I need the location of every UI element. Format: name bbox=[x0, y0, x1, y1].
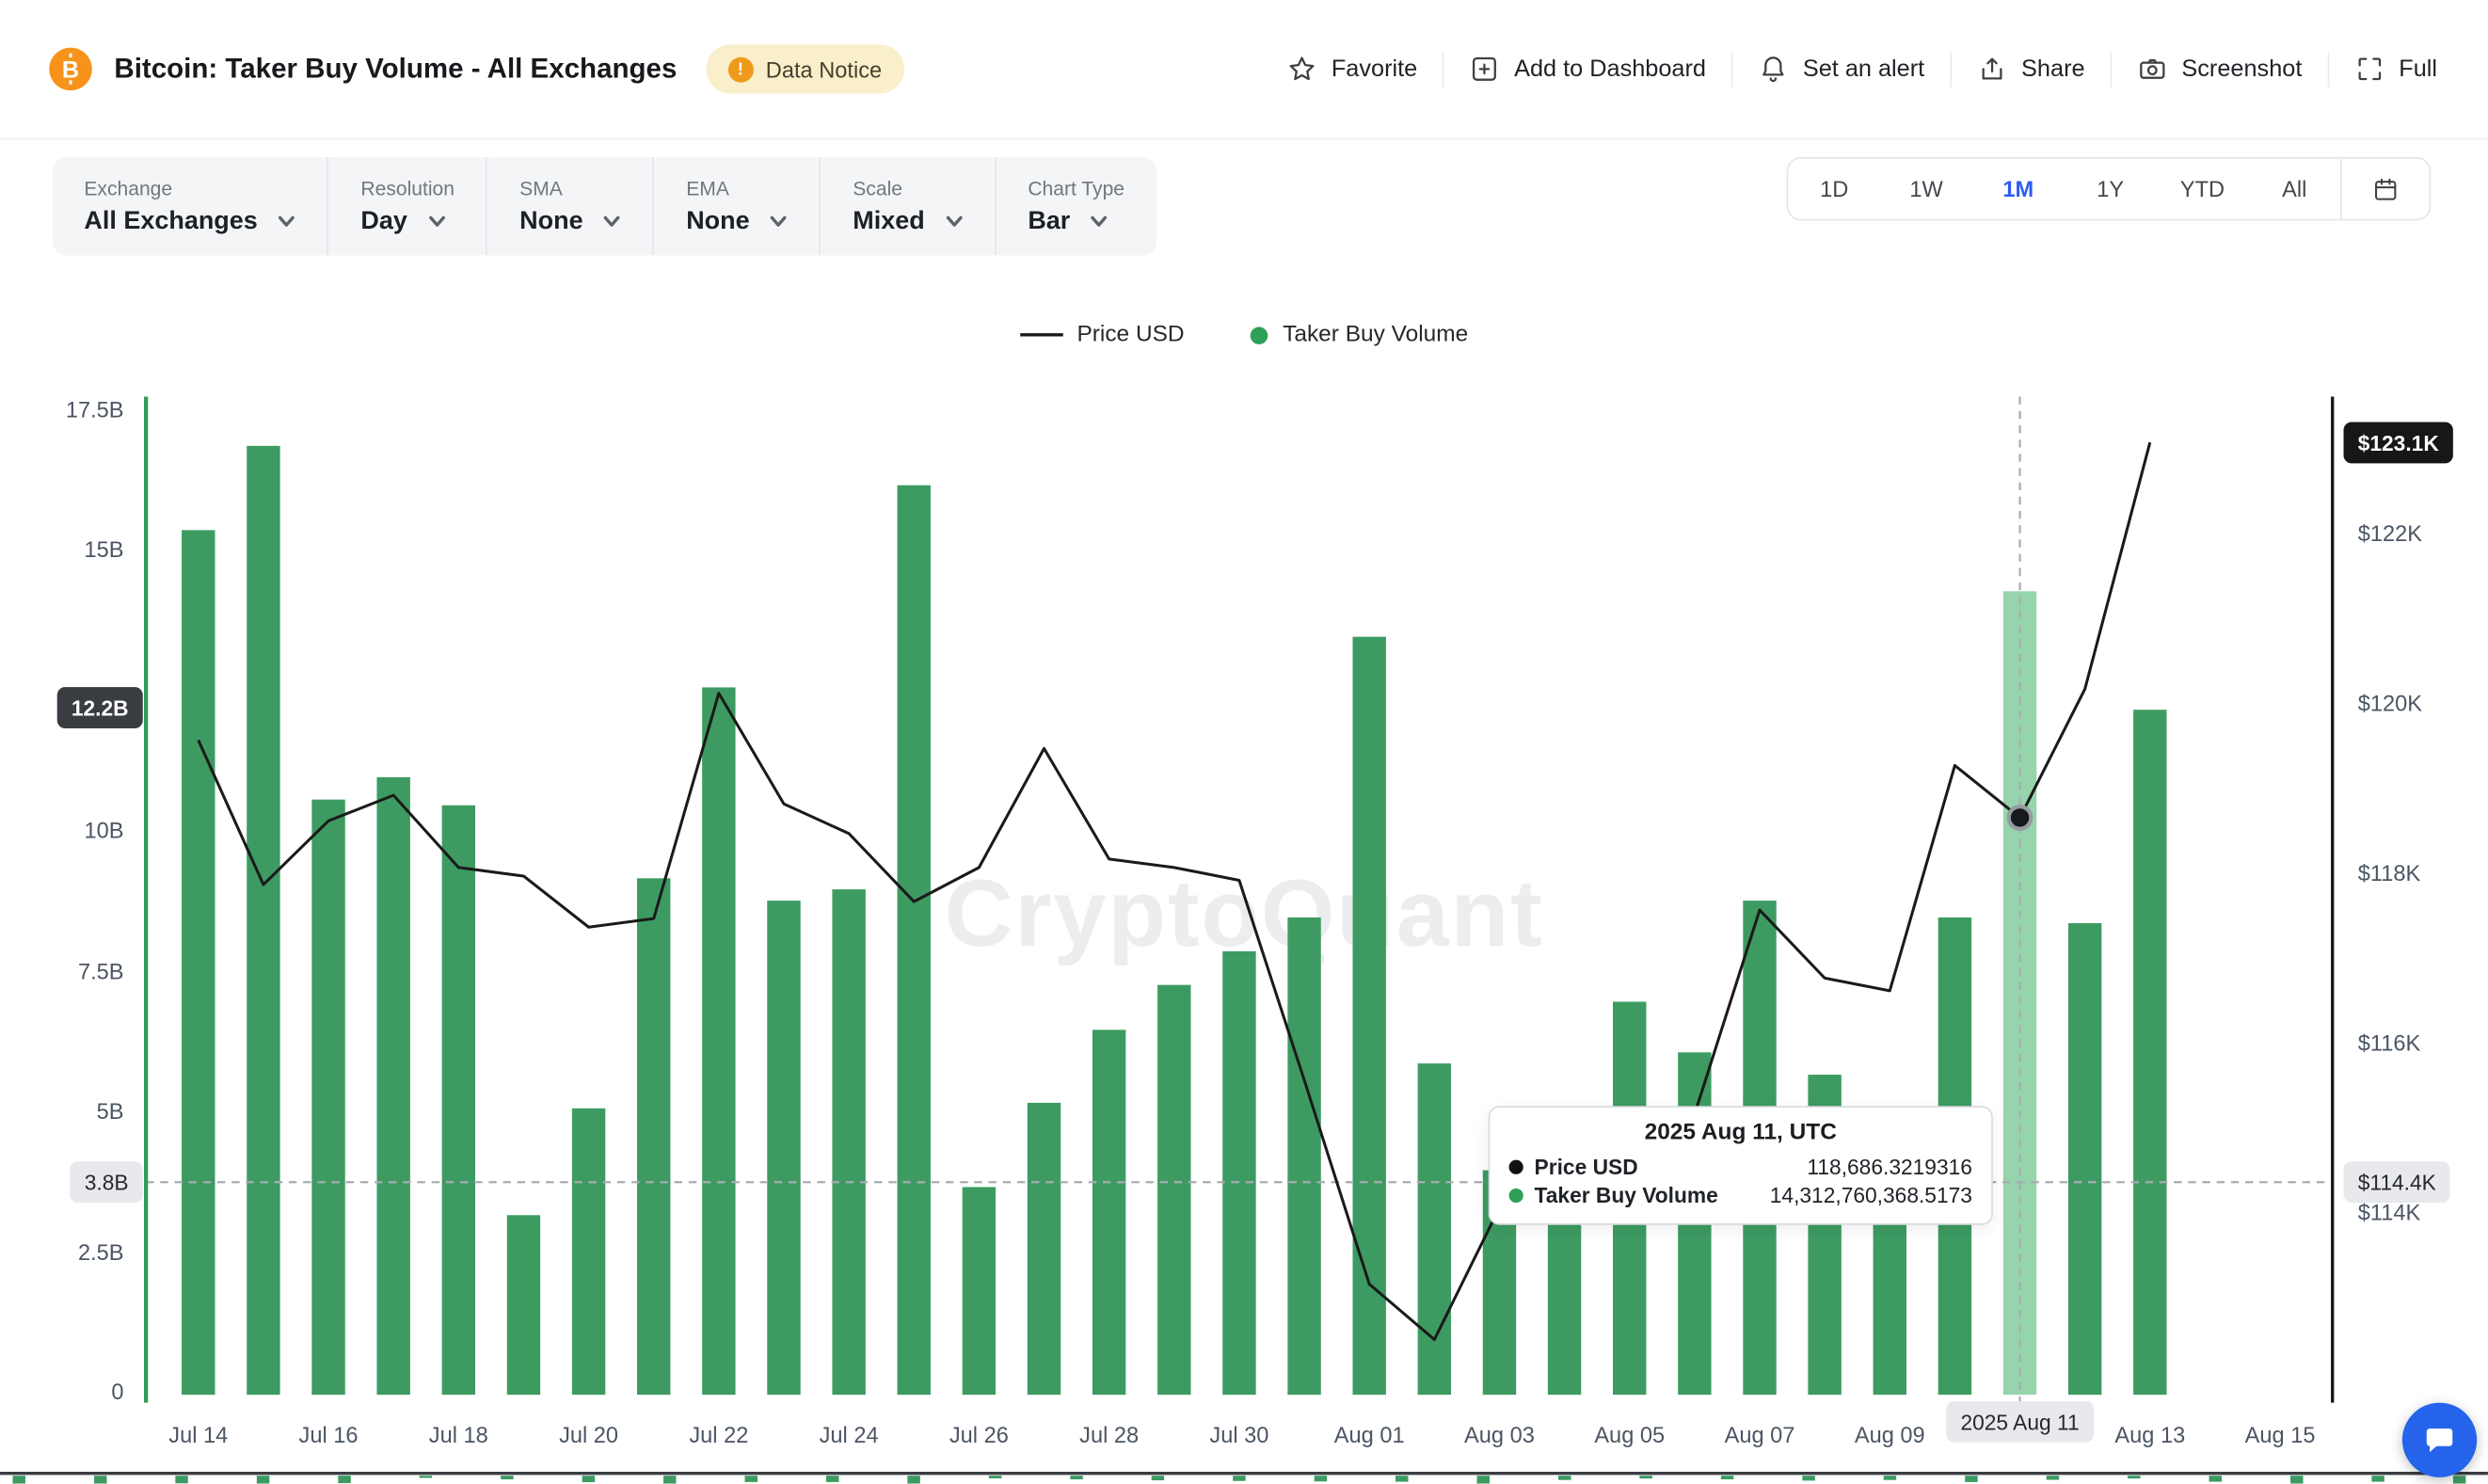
ema-filter-label: EMA bbox=[686, 177, 788, 199]
tooltip-price-row: Price USD 118,686.3219316 bbox=[1509, 1156, 1972, 1179]
chevron-down-icon bbox=[946, 213, 964, 231]
header-actions: Favorite Add to Dashboard Set an alert S… bbox=[1287, 52, 2437, 87]
tooltip-volume-row: Taker Buy Volume 14,312,760,368.5173 bbox=[1509, 1184, 1972, 1207]
range-1m-button[interactable]: 1M bbox=[1972, 159, 2065, 219]
chevron-down-icon bbox=[604, 213, 622, 231]
chart-type-filter-dropdown[interactable]: Chart Type Bar bbox=[997, 157, 1156, 256]
latest-volume-badge: 12.2B bbox=[57, 687, 143, 728]
fullscreen-button[interactable]: Full bbox=[2354, 54, 2437, 84]
price-dot-icon bbox=[1509, 1160, 1523, 1174]
tooltip-volume-value: 14,312,760,368.5173 bbox=[1770, 1184, 1972, 1207]
tooltip-price-label: Price USD bbox=[1535, 1156, 1638, 1179]
fullscreen-label: Full bbox=[2399, 56, 2437, 83]
add-to-dashboard-button[interactable]: Add to Dashboard bbox=[1470, 54, 1706, 84]
set-alert-button[interactable]: Set an alert bbox=[1759, 54, 1925, 84]
data-notice-badge[interactable]: ! Data Notice bbox=[706, 44, 904, 93]
exchange-filter-label: Exchange bbox=[84, 177, 295, 199]
tooltip-price-value: 118,686.3219316 bbox=[1807, 1156, 1972, 1179]
resolution-filter-value: Day bbox=[360, 207, 407, 235]
range-1d-button[interactable]: 1D bbox=[1788, 159, 1880, 219]
chart-legend: Price USD Taker Buy Volume bbox=[0, 321, 2488, 349]
chart-header: B Bitcoin: Taker Buy Volume - All Exchan… bbox=[0, 0, 2488, 139]
calendar-button[interactable] bbox=[2340, 159, 2429, 219]
scale-filter-label: Scale bbox=[853, 177, 963, 199]
chart-type-filter-label: Chart Type bbox=[1028, 177, 1124, 199]
star-icon bbox=[1287, 54, 1317, 84]
line-swatch bbox=[1020, 333, 1063, 336]
screenshot-button[interactable]: Screenshot bbox=[2137, 54, 2302, 84]
add-to-dashboard-label: Add to Dashboard bbox=[1514, 56, 1706, 83]
range-1y-button[interactable]: 1Y bbox=[2065, 159, 2157, 219]
divider bbox=[1443, 52, 1444, 87]
sma-filter-label: SMA bbox=[519, 177, 621, 199]
legend-taker-buy-volume[interactable]: Taker Buy Volume bbox=[1241, 321, 1477, 349]
volume-dot-icon bbox=[1509, 1189, 1523, 1203]
resolution-filter-dropdown[interactable]: Resolution Day bbox=[329, 157, 488, 256]
latest-price-badge: $123.1K bbox=[2344, 423, 2453, 464]
scale-filter-value: Mixed bbox=[853, 207, 924, 235]
calendar-icon bbox=[2372, 175, 2400, 202]
ema-filter-dropdown[interactable]: EMA None bbox=[654, 157, 821, 256]
range-1w-button[interactable]: 1W bbox=[1880, 159, 1972, 219]
range-ytd-button[interactable]: YTD bbox=[2157, 159, 2249, 219]
chevron-down-icon bbox=[428, 213, 446, 231]
chat-support-button[interactable] bbox=[2402, 1403, 2477, 1477]
chevron-down-icon bbox=[771, 213, 789, 231]
sma-filter-dropdown[interactable]: SMA None bbox=[487, 157, 654, 256]
data-notice-label: Data Notice bbox=[766, 56, 882, 82]
cryptoquant-chart-page: B Bitcoin: Taker Buy Volume - All Exchan… bbox=[0, 0, 2488, 1484]
legend-price-label: Price USD bbox=[1077, 322, 1184, 347]
expand-icon bbox=[2354, 54, 2384, 84]
chat-icon bbox=[2421, 1422, 2458, 1459]
filter-bar: Exchange All Exchanges Resolution Day SM… bbox=[53, 157, 1156, 256]
crosshair-volume-badge: 3.8B bbox=[71, 1161, 143, 1203]
legend-price-usd[interactable]: Price USD bbox=[1011, 321, 1194, 349]
screenshot-label: Screenshot bbox=[2181, 56, 2302, 83]
divider bbox=[1950, 52, 1952, 87]
favorite-label: Favorite bbox=[1332, 56, 1417, 83]
dot-swatch bbox=[1251, 327, 1268, 344]
divider bbox=[2327, 52, 2329, 87]
dashboard-plus-icon bbox=[1470, 54, 1500, 84]
crosshair-price-badge: $114.4K bbox=[2344, 1161, 2450, 1203]
share-icon bbox=[1977, 54, 2007, 84]
tooltip-volume-label: Taker Buy Volume bbox=[1535, 1184, 1718, 1207]
legend-volume-label: Taker Buy Volume bbox=[1283, 322, 1468, 347]
sma-filter-value: None bbox=[519, 207, 582, 235]
bitcoin-icon: B bbox=[49, 48, 92, 91]
share-label: Share bbox=[2021, 56, 2085, 83]
bell-icon bbox=[1759, 54, 1789, 84]
page-title: Bitcoin: Taker Buy Volume - All Exchange… bbox=[114, 53, 677, 86]
chart-type-filter-value: Bar bbox=[1028, 207, 1070, 235]
resolution-filter-label: Resolution bbox=[360, 177, 455, 199]
set-alert-label: Set an alert bbox=[1803, 56, 1924, 83]
chart-tooltip: 2025 Aug 11, UTC Price USD 118,686.32193… bbox=[1489, 1106, 1993, 1224]
ema-filter-value: None bbox=[686, 207, 749, 235]
range-all-button[interactable]: All bbox=[2248, 159, 2340, 219]
range-selector: 1D 1W 1M 1Y YTD All bbox=[1787, 157, 2432, 220]
crosshair-date-badge: 2025 Aug 11 bbox=[1946, 1401, 2094, 1443]
divider bbox=[2111, 52, 2113, 87]
svg-text:B: B bbox=[62, 57, 79, 84]
tooltip-title: 2025 Aug 11, UTC bbox=[1509, 1120, 1972, 1145]
warning-icon: ! bbox=[727, 56, 753, 82]
chevron-down-icon bbox=[279, 213, 296, 231]
divider bbox=[1731, 52, 1733, 87]
exchange-filter-dropdown[interactable]: Exchange All Exchanges bbox=[53, 157, 329, 256]
scale-filter-dropdown[interactable]: Scale Mixed bbox=[821, 157, 997, 256]
favorite-button[interactable]: Favorite bbox=[1287, 54, 1418, 84]
camera-icon bbox=[2137, 54, 2167, 84]
share-button[interactable]: Share bbox=[1977, 54, 2085, 84]
chevron-down-icon bbox=[1091, 213, 1108, 231]
exchange-filter-value: All Exchanges bbox=[84, 207, 257, 235]
header-left: B Bitcoin: Taker Buy Volume - All Exchan… bbox=[49, 44, 903, 93]
